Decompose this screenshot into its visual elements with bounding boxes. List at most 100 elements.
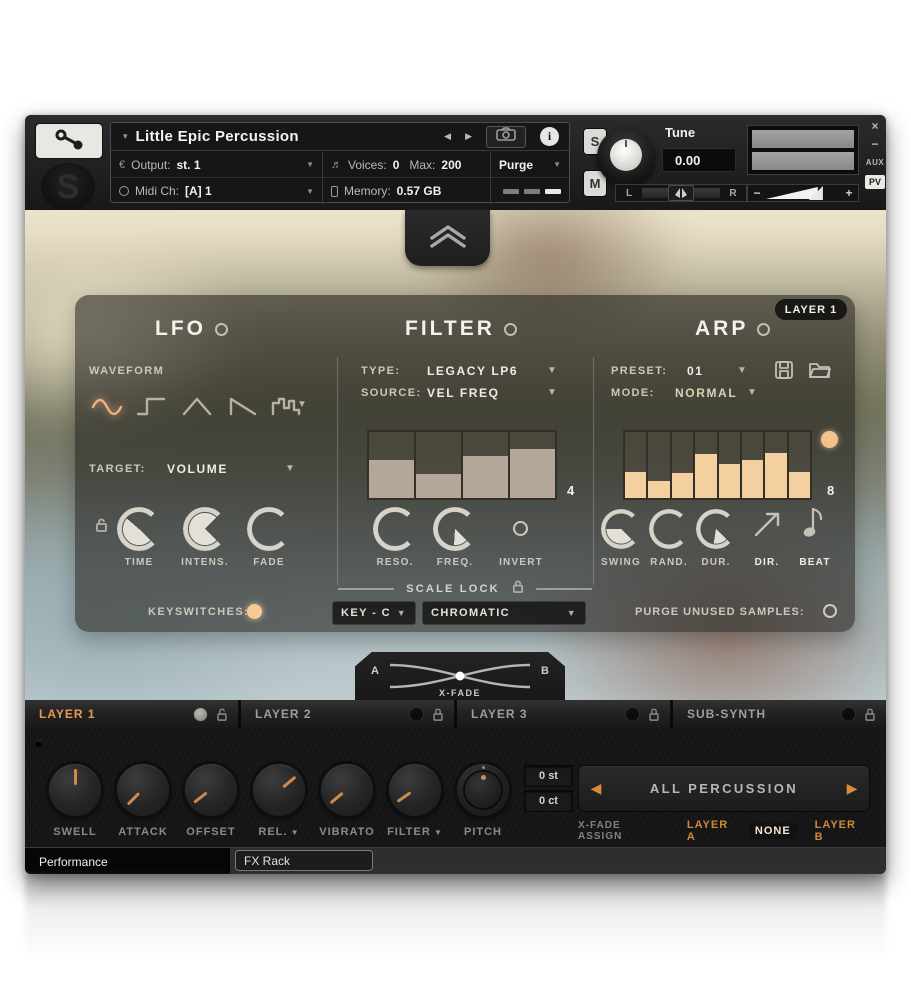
arp-rand-knob[interactable] <box>649 509 689 549</box>
assign-option-none[interactable]: NONE <box>749 823 797 839</box>
arp-step-led[interactable] <box>821 431 838 448</box>
pv-button[interactable]: PV <box>865 175 885 189</box>
arp-dur-knob[interactable] <box>696 509 736 549</box>
load-preset-folder-icon[interactable] <box>809 361 831 384</box>
edit-instrument-button[interactable] <box>35 123 103 159</box>
scale-select[interactable]: CHROMATIC▼ <box>422 601 586 625</box>
assign-option-layer-a[interactable]: LAYER A <box>687 819 731 843</box>
arp-preset-caret-icon[interactable]: ▼ <box>737 365 747 376</box>
articulation-selector[interactable]: ◀ ALL PERCUSSION ▶ <box>578 765 870 812</box>
arp-direction-arrow-icon[interactable] <box>751 507 783 544</box>
saw-down-wave-icon[interactable] <box>224 392 260 422</box>
arp-step-7[interactable] <box>765 432 788 498</box>
save-preset-icon[interactable] <box>775 361 793 384</box>
arp-swing-knob[interactable] <box>601 509 641 549</box>
target-caret-icon[interactable]: ▼ <box>285 463 295 474</box>
lfo-fade-knob[interactable] <box>247 507 291 551</box>
tune-value[interactable]: 0.00 <box>662 148 736 172</box>
purge-unused-toggle[interactable] <box>823 604 837 618</box>
layer-active-led[interactable] <box>625 707 640 722</box>
layer-tab-layer-2[interactable]: LAYER 2 <box>241 700 454 728</box>
prev-instrument-icon[interactable]: ◀ <box>444 131 451 142</box>
arp-preset-value[interactable]: 01 <box>687 364 704 378</box>
selector-prev-icon[interactable]: ◀ <box>579 780 613 797</box>
xfade-pedal[interactable]: A B X-FADE <box>355 652 565 700</box>
next-instrument-icon[interactable]: ▶ <box>465 131 472 142</box>
arp-power-led[interactable] <box>757 323 770 336</box>
layer-tab-sub-synth[interactable]: SUB-SYNTH <box>673 700 886 728</box>
arp-mode-caret-icon[interactable]: ▼ <box>747 387 757 398</box>
info-button[interactable]: i <box>540 127 559 146</box>
layer-tab-layer-3[interactable]: LAYER 3 <box>457 700 670 728</box>
midi-channel-select[interactable]: Midi Ch: [A] 1 ▼ <box>111 178 323 204</box>
filter-step-4[interactable] <box>510 432 555 498</box>
arp-step-6[interactable] <box>742 432 765 498</box>
volume-minus[interactable]: − <box>748 186 766 200</box>
arp-step-3[interactable] <box>672 432 695 498</box>
filter-step-3[interactable] <box>463 432 510 498</box>
scale-lock-icon[interactable] <box>512 579 524 599</box>
square-wave-icon[interactable] <box>134 392 170 422</box>
arp-step-5[interactable] <box>719 432 742 498</box>
title-dropdown-caret-icon[interactable]: ▾ <box>123 131 128 142</box>
filter-reso-knob[interactable] <box>373 507 417 551</box>
arp-step-8[interactable] <box>789 432 810 498</box>
attack-knob[interactable] <box>117 764 169 816</box>
arp-step-count[interactable]: 8 <box>827 483 834 498</box>
filter-power-led[interactable] <box>504 323 517 336</box>
filter-type-value[interactable]: LEGACY LP6 <box>427 364 518 378</box>
purge-menu[interactable]: Purge ▼ <box>491 152 569 177</box>
tab-performance[interactable]: Performance <box>25 848 230 874</box>
filter-step-count[interactable]: 4 <box>567 483 574 498</box>
aux-button[interactable]: AUX <box>865 158 885 167</box>
layer-active-led[interactable] <box>193 707 208 722</box>
volume-plus[interactable]: + <box>840 186 858 200</box>
lfo-power-led[interactable] <box>215 323 228 336</box>
header-pull-tab[interactable] <box>405 210 490 266</box>
filter-knob[interactable] <box>389 764 441 816</box>
arp-beat-note-icon[interactable] <box>801 505 827 544</box>
arp-mode-value[interactable]: NORMAL <box>675 386 737 400</box>
filter-step-2[interactable] <box>416 432 463 498</box>
filter-source-caret-icon[interactable]: ▼ <box>547 387 557 398</box>
filter-freq-knob[interactable] <box>433 507 477 551</box>
close-icon[interactable]: × <box>865 119 885 133</box>
keyswitches-toggle[interactable] <box>247 604 262 619</box>
volume-slider[interactable]: − + <box>747 184 859 202</box>
sine-wave-icon[interactable] <box>89 392 125 422</box>
tune-knob[interactable] <box>597 128 655 186</box>
lfo-lock-icon[interactable] <box>95 517 108 538</box>
vibrato-knob[interactable] <box>321 764 373 816</box>
semitone-value[interactable]: 0 st <box>524 765 573 787</box>
lfo-time-knob[interactable] <box>117 507 161 551</box>
waveform-caret-icon[interactable]: ▼ <box>297 399 307 410</box>
cent-value[interactable]: 0 ct <box>524 790 573 812</box>
pitch-knob[interactable] <box>457 764 509 816</box>
lock-icon[interactable] <box>648 707 660 721</box>
minimize-icon[interactable]: − <box>865 137 885 151</box>
key-select[interactable]: KEY - C▼ <box>332 601 416 625</box>
arp-step-2[interactable] <box>648 432 671 498</box>
lock-icon[interactable] <box>864 707 876 721</box>
lock-icon[interactable] <box>432 707 444 721</box>
rel-knob[interactable] <box>253 764 305 816</box>
pan-center-icon[interactable] <box>668 185 694 201</box>
filter-invert-toggle[interactable] <box>513 521 528 536</box>
max-value[interactable]: 200 <box>441 158 461 172</box>
offset-knob[interactable] <box>185 764 237 816</box>
knob-menu-caret-icon[interactable]: ▼ <box>287 828 299 837</box>
snapshot-button[interactable] <box>486 126 526 148</box>
layer-active-led[interactable] <box>409 707 424 722</box>
layer-active-led[interactable] <box>841 707 856 722</box>
arp-step-1[interactable] <box>625 432 648 498</box>
pan-slider[interactable]: L R <box>615 184 747 202</box>
selector-next-icon[interactable]: ▶ <box>835 780 869 797</box>
output-select[interactable]: € Output: st. 1 ▼ <box>111 152 323 177</box>
swell-knob[interactable] <box>49 764 101 816</box>
assign-option-layer-b[interactable]: LAYER B <box>815 819 859 843</box>
filter-type-caret-icon[interactable]: ▼ <box>547 365 557 376</box>
filter-source-value[interactable]: VEL FREQ <box>427 386 500 400</box>
lfo-intens-knob[interactable] <box>183 507 227 551</box>
arp-step-4[interactable] <box>695 432 718 498</box>
target-value[interactable]: VOLUME <box>167 462 228 476</box>
